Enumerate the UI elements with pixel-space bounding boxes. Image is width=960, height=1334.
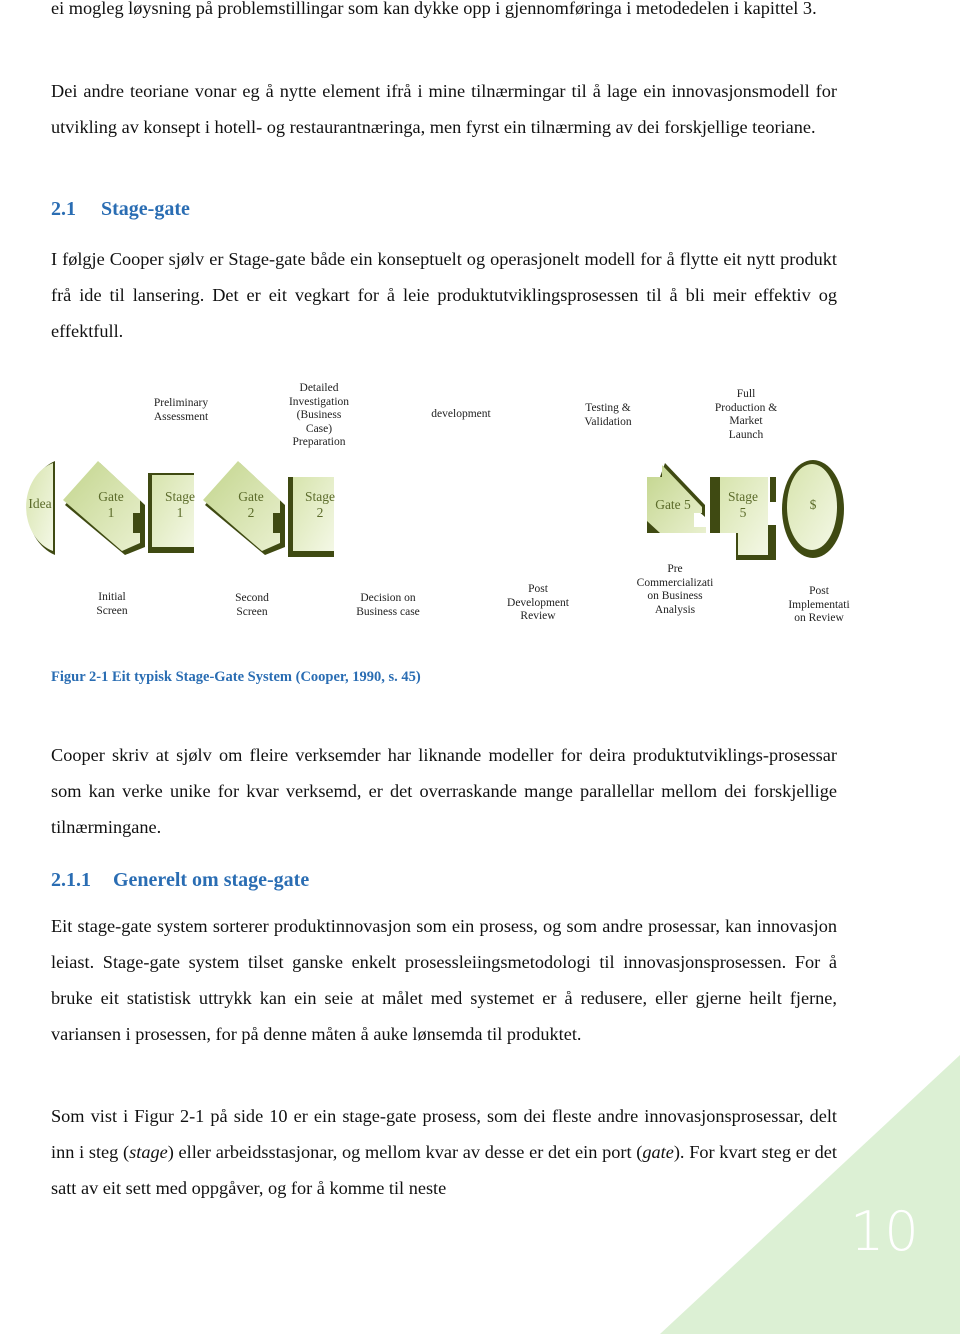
term-gate: gate (642, 1142, 674, 1162)
page-number: 10 (850, 1200, 919, 1263)
section-number: 2.1 (51, 198, 76, 220)
subsection-number: 2.1.1 (51, 869, 91, 891)
term-stage: stage (129, 1142, 168, 1162)
idea-label: Idea (28, 496, 52, 511)
paragraph-figure-reference: Som vist i Figur 2-1 på side 10 er ein s… (51, 1106, 837, 1198)
gate-5-label: Gate 5 (655, 497, 691, 512)
label-initial-screen: Initial Screen (96, 591, 128, 617)
gate-1-label: Gate 1 (98, 489, 124, 520)
label-detailed-investigation: Detailed Investigation (Business Case) P… (288, 382, 350, 448)
label-pre-commercialization: Pre Commercializati on Business Analysis (636, 563, 714, 616)
label-development: development (431, 408, 491, 420)
label-testing-validation: Testing & Validation (584, 402, 632, 428)
stage-1-label: Stage 1 (165, 489, 195, 520)
paragraph-theories: Dei andre teoriane vonar eg å nytte elem… (51, 81, 837, 137)
subsection-title: Generelt om stage-gate (113, 869, 310, 891)
label-post-implementation-review: Post Implementati on Review (788, 585, 850, 624)
section-heading-2-1: 2.1 Stage-gate (51, 198, 190, 221)
label-decision-business-case: Decision on Business case (356, 592, 420, 618)
stage-2-label: Stage 2 (305, 489, 335, 520)
paragraph-stage-gate-system: Eit stage-gate system sorterer produktin… (51, 916, 837, 1044)
figure-caption: Figur 2-1 Eit typisk Stage-Gate System (… (51, 669, 421, 685)
gate-2-label: Gate 2 (238, 489, 264, 520)
label-post-development-review: Post Development Review (507, 583, 569, 622)
label-preliminary-assessment: Preliminary Assessment (153, 397, 209, 423)
label-second-screen: Second Screen (235, 592, 269, 618)
paragraph-intro: ei mogleg løysning på problemstillingar … (51, 0, 817, 18)
label-full-production: Full Production & Market Launch (714, 388, 778, 441)
section-heading-2-1-1: 2.1.1 Generelt om stage-gate (51, 869, 309, 892)
stage-gate-figure: Preliminary Assessment Detailed Investig… (0, 370, 960, 640)
end-dollar-label: $ (809, 497, 817, 512)
stage-5-label: Stage 5 (728, 489, 758, 520)
section-title: Stage-gate (101, 198, 190, 220)
paragraph-cooper-models: Cooper skriv at sjølv om fleire verksemd… (51, 745, 837, 837)
paragraph-cooper-definition: I følgje Cooper sjølv er Stage-gate både… (51, 249, 837, 341)
